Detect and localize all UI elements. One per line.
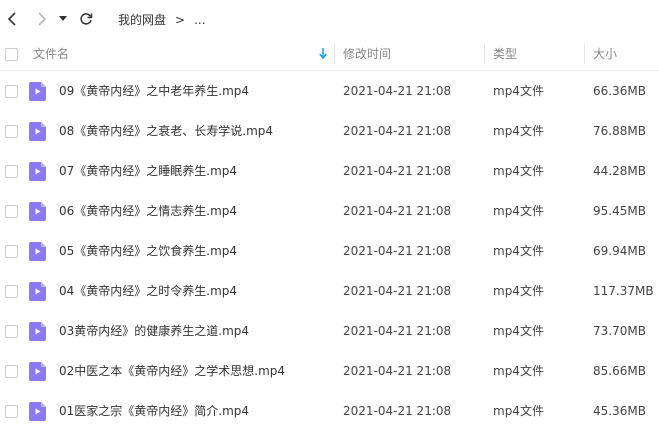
column-divider[interactable] (334, 44, 335, 64)
file-row[interactable]: 02中医之本《黄帝内经》之学术思想.mp4 2021-04-21 21:08 mp4… (0, 351, 659, 391)
file-modified-date: 2021-04-21 21:08 (343, 84, 452, 98)
file-type: mp4文件 (493, 124, 544, 138)
back-button[interactable] (2, 9, 22, 29)
refresh-button[interactable] (76, 9, 96, 29)
file-size: 117.37MB (593, 284, 654, 298)
column-header-type[interactable]: 类型 (493, 38, 517, 70)
video-file-icon (29, 122, 46, 141)
file-size: 95.45MB (593, 204, 646, 218)
column-header-size[interactable]: 大小 (593, 38, 617, 70)
file-name: 09《黄帝内经》之中老年养生.mp4 (59, 84, 250, 98)
row-checkbox[interactable] (5, 405, 18, 418)
video-file-icon (29, 162, 46, 181)
file-type: mp4文件 (493, 244, 544, 258)
file-name: 04《黄帝内经》之时令养生.mp4 (59, 284, 238, 298)
forward-button[interactable] (32, 9, 52, 29)
file-row[interactable]: 01医家之宗《黄帝内经》简介.mp4 2021-04-21 21:08 mp4文件 4… (0, 391, 659, 431)
breadcrumb-item-more[interactable]: ... (194, 13, 205, 27)
video-file-icon (29, 362, 46, 381)
video-file-icon (29, 202, 46, 221)
file-type: mp4文件 (493, 204, 544, 218)
file-name: 01医家之宗《黄帝内经》简介.mp4 (59, 404, 250, 418)
file-size: 76.88MB (593, 124, 646, 138)
video-file-icon (29, 322, 46, 341)
file-modified-date: 2021-04-21 21:08 (343, 124, 452, 138)
column-header-name[interactable]: 文件名 (33, 38, 69, 70)
breadcrumb: 我的网盘 >... (118, 11, 215, 28)
file-row[interactable]: 08《黄帝内经》之衰老、长寿学说.mp4 2021-04-21 21:08 mp4文… (0, 111, 659, 151)
file-type: mp4文件 (493, 84, 544, 98)
column-divider[interactable] (484, 44, 485, 64)
file-modified-date: 2021-04-21 21:08 (343, 404, 452, 418)
breadcrumb-separator: > (175, 13, 186, 27)
row-checkbox[interactable] (5, 325, 18, 338)
row-checkbox[interactable] (5, 365, 18, 378)
file-name: 05《黄帝内经》之饮食养生.mp4 (59, 244, 238, 258)
row-checkbox[interactable] (5, 245, 18, 258)
file-modified-date: 2021-04-21 21:08 (343, 324, 452, 338)
select-all-checkbox[interactable] (5, 48, 18, 61)
file-row[interactable]: 04《黄帝内经》之时令养生.mp4 2021-04-21 21:08 mp4文件 11… (0, 271, 659, 311)
file-name: 02中医之本《黄帝内经》之学术思想.mp4 (59, 364, 286, 378)
chevron-right-icon (38, 12, 47, 26)
history-dropdown-button[interactable] (56, 9, 70, 29)
file-modified-date: 2021-04-21 21:08 (343, 164, 452, 178)
file-name: 07《黄帝内经》之睡眠养生.mp4 (59, 164, 238, 178)
row-checkbox[interactable] (5, 205, 18, 218)
video-file-icon (29, 402, 46, 421)
column-header: 文件名 修改时间 类型 大小 (0, 38, 659, 71)
file-modified-date: 2021-04-21 21:08 (343, 204, 452, 218)
file-size: 73.70MB (593, 324, 646, 338)
file-row[interactable]: 07《黄帝内经》之睡眠养生.mp4 2021-04-21 21:08 mp4文件 44… (0, 151, 659, 191)
file-size: 69.94MB (593, 244, 646, 258)
chevron-left-icon (7, 12, 16, 26)
file-type: mp4文件 (493, 164, 544, 178)
file-name: 03黄帝内经》的健康养生之道.mp4 (59, 324, 250, 338)
file-name: 06《黄帝内经》之情志养生.mp4 (59, 204, 238, 218)
column-divider[interactable] (584, 44, 585, 64)
breadcrumb-item-root[interactable]: 我的网盘 (118, 13, 166, 27)
file-type: mp4文件 (493, 324, 544, 338)
row-checkbox[interactable] (5, 125, 18, 138)
video-file-icon (29, 242, 46, 261)
row-checkbox[interactable] (5, 285, 18, 298)
file-type: mp4文件 (493, 284, 544, 298)
video-file-icon (29, 282, 46, 301)
refresh-icon (80, 13, 93, 25)
file-size: 85.66MB (593, 364, 646, 378)
caret-down-icon (59, 16, 67, 21)
row-checkbox[interactable] (5, 165, 18, 178)
file-modified-date: 2021-04-21 21:08 (343, 284, 452, 298)
column-header-modified[interactable]: 修改时间 (343, 38, 391, 70)
video-file-icon (29, 82, 46, 101)
file-name: 08《黄帝内经》之衰老、长寿学说.mp4 (59, 124, 274, 138)
sort-descending-icon[interactable] (319, 48, 327, 59)
file-row[interactable]: 05《黄帝内经》之饮食养生.mp4 2021-04-21 21:08 mp4文件 69… (0, 231, 659, 271)
file-modified-date: 2021-04-21 21:08 (343, 364, 452, 378)
file-modified-date: 2021-04-21 21:08 (343, 244, 452, 258)
file-size: 44.28MB (593, 164, 646, 178)
file-size: 45.36MB (593, 404, 646, 418)
row-checkbox[interactable] (5, 85, 18, 98)
toolbar: 我的网盘 >... (0, 0, 659, 38)
file-type: mp4文件 (493, 364, 544, 378)
file-row[interactable]: 03黄帝内经》的健康养生之道.mp4 2021-04-21 21:08 mp4文件 7… (0, 311, 659, 351)
file-row[interactable]: 09《黄帝内经》之中老年养生.mp4 2021-04-21 21:08 mp4文件 6… (0, 71, 659, 111)
file-size: 66.36MB (593, 84, 646, 98)
file-row[interactable]: 06《黄帝内经》之情志养生.mp4 2021-04-21 21:08 mp4文件 95… (0, 191, 659, 231)
file-type: mp4文件 (493, 404, 544, 418)
